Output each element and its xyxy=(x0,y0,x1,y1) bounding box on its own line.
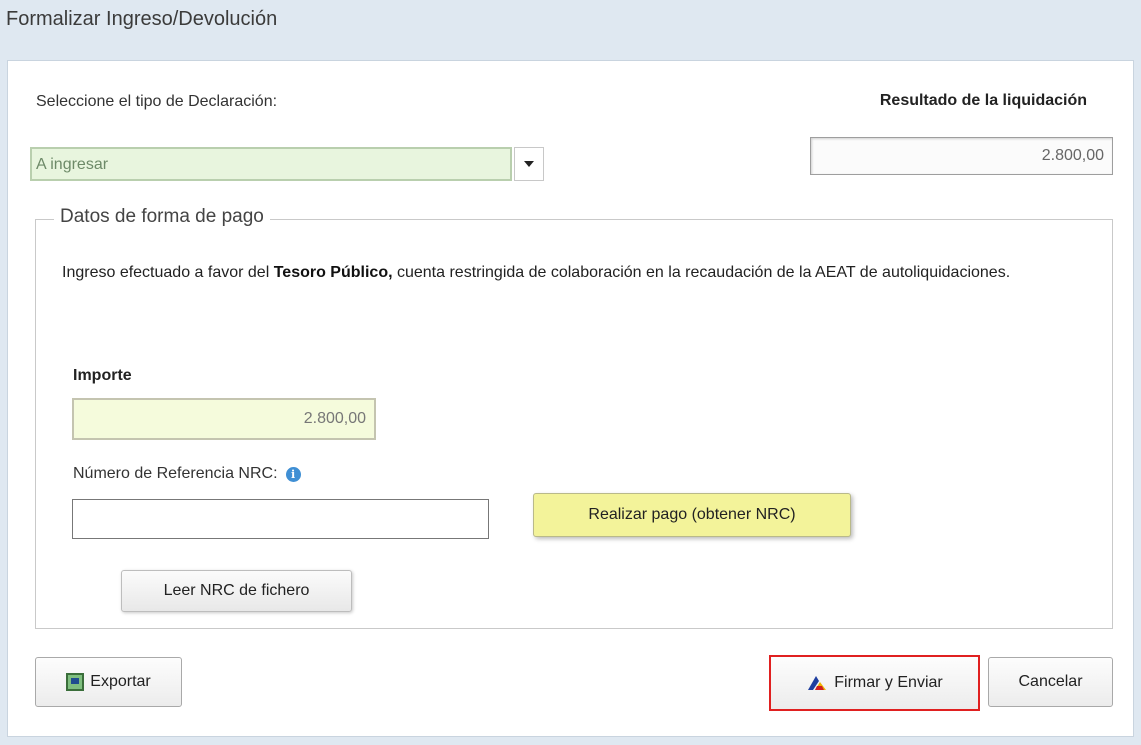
nrc-input[interactable] xyxy=(72,499,489,539)
declaration-type-label: Seleccione el tipo de Declaración: xyxy=(36,93,278,110)
dropdown-button[interactable] xyxy=(514,147,544,181)
sign-send-button-label: Firmar y Enviar xyxy=(834,674,943,691)
declaration-type-select[interactable]: A ingresar xyxy=(30,147,544,181)
declaration-type-value[interactable]: A ingresar xyxy=(30,147,512,181)
result-field: 2.800,00 xyxy=(810,137,1113,175)
aeat-logo-icon xyxy=(808,676,827,690)
importe-field: 2.800,00 xyxy=(72,398,376,440)
payment-info-bold: Tesoro Público, xyxy=(273,264,393,281)
sign-send-button[interactable]: Firmar y Enviar xyxy=(769,655,980,711)
export-icon xyxy=(66,673,85,691)
importe-label: Importe xyxy=(73,367,132,384)
payment-info-prefix: Ingreso efectuado a favor del xyxy=(62,264,274,281)
payment-fieldset: Datos de forma de pago Ingreso efectuado… xyxy=(35,206,1113,629)
dialog-panel: Seleccione el tipo de Declaración: Resul… xyxy=(7,60,1134,737)
export-button-label: Exportar xyxy=(90,673,151,690)
pay-button[interactable]: Realizar pago (obtener NRC) xyxy=(533,493,851,537)
dialog-title: Formalizar Ingreso/Devolución xyxy=(6,8,278,30)
info-icon[interactable]: i xyxy=(285,466,301,482)
chevron-down-icon xyxy=(524,161,534,167)
nrc-label: Número de Referencia NRC: xyxy=(73,465,278,482)
cancel-button[interactable]: Cancelar xyxy=(988,657,1113,707)
export-button[interactable]: Exportar xyxy=(35,657,182,707)
result-label: Resultado de la liquidación xyxy=(879,92,1087,109)
payment-info-text: Ingreso efectuado a favor del Tesoro Púb… xyxy=(62,260,1082,285)
nrc-label-row: Número de Referencia NRC: i xyxy=(73,465,301,483)
payment-info-suffix: cuenta restringida de colaboración en la… xyxy=(392,264,1011,281)
payment-legend: Datos de forma de pago xyxy=(54,206,270,228)
dialog: Formalizar Ingreso/Devolución Seleccione… xyxy=(0,0,1141,745)
read-nrc-file-button[interactable]: Leer NRC de fichero xyxy=(121,570,352,612)
